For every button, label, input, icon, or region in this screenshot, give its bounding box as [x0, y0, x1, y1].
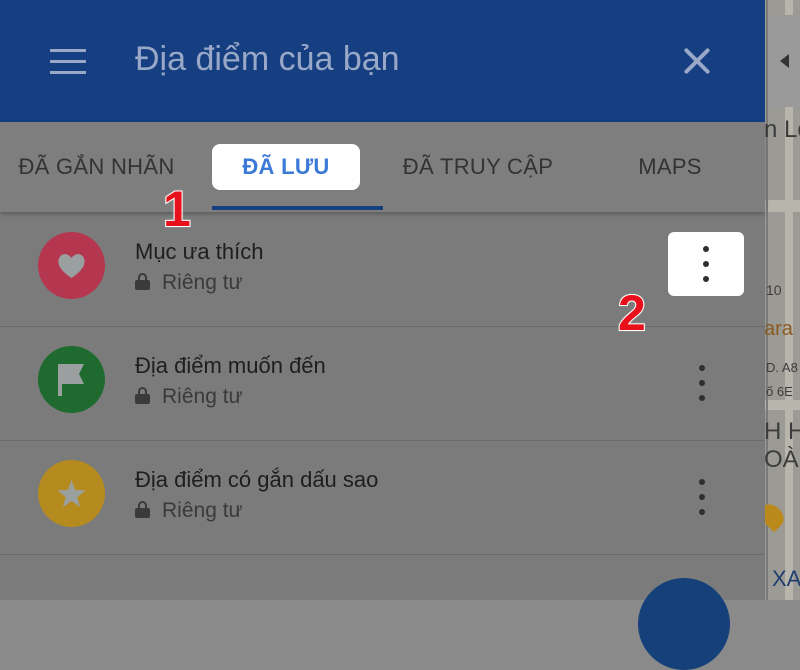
lock-icon — [135, 501, 150, 518]
more-options-button[interactable] — [680, 465, 724, 523]
more-options-button[interactable] — [680, 351, 724, 409]
map-label: 10 — [766, 282, 782, 298]
privacy-text: Riêng tư — [162, 499, 243, 522]
tab-maps[interactable]: MAPS — [632, 144, 708, 190]
map-label: OÀ — [764, 446, 799, 473]
privacy-label: Riêng tư — [135, 385, 243, 409]
tab-labeled[interactable]: ĐÃ GẮN NHÃN — [14, 144, 179, 190]
list-item[interactable]: Địa điểm muốn đến Riêng tư — [0, 326, 765, 441]
tab-saved[interactable]: ĐÃ LƯU — [212, 144, 360, 190]
panel-header: Địa điểm của bạn — [0, 0, 765, 122]
close-icon[interactable] — [680, 44, 714, 78]
privacy-text: Riêng tư — [162, 385, 243, 408]
list-item[interactable]: Địa điểm có gắn dấu sao Riêng tư — [0, 440, 765, 555]
lock-icon — [135, 273, 150, 290]
list-title: Địa điểm muốn đến — [135, 353, 326, 378]
map-label: n Lộ — [764, 116, 800, 143]
heart-icon — [38, 232, 105, 299]
step-1-annotation: 1 — [162, 180, 192, 238]
more-options-button[interactable] — [668, 232, 744, 296]
map-label: D. A8 — [766, 360, 798, 375]
map-label: H H — [764, 418, 800, 445]
list-item[interactable]: Mục ưa thích Riêng tư — [0, 212, 765, 327]
list-title: Mục ưa thích — [135, 239, 264, 264]
lock-icon — [135, 387, 150, 404]
tab-bar: ĐÃ GẮN NHÃN ĐÃ LƯU ĐÃ TRUY CẬP MAPS — [0, 122, 765, 212]
flag-icon — [38, 346, 105, 413]
menu-icon[interactable] — [50, 49, 86, 75]
your-places-panel: Địa điểm của bạn ĐÃ GẮN NHÃN ĐÃ LƯU ĐÃ T… — [0, 0, 765, 600]
privacy-text: Riêng tư — [162, 271, 243, 294]
page-title: Địa điểm của bạn — [135, 40, 400, 78]
list-title: Địa điểm có gắn dấu sao — [135, 467, 379, 492]
floating-action-button[interactable] — [638, 578, 730, 670]
step-2-annotation: 2 — [617, 284, 647, 342]
tab-visited[interactable]: ĐÃ TRUY CẬP — [400, 144, 556, 190]
map-label: ố 6E — [766, 384, 793, 399]
privacy-label: Riêng tư — [135, 271, 243, 295]
chevron-left-icon — [780, 54, 789, 68]
active-tab-indicator — [212, 206, 383, 210]
map-label: ara — [764, 318, 793, 340]
star-icon — [38, 460, 105, 527]
privacy-label: Riêng tư — [135, 499, 243, 523]
map-label: XA — [772, 566, 800, 591]
